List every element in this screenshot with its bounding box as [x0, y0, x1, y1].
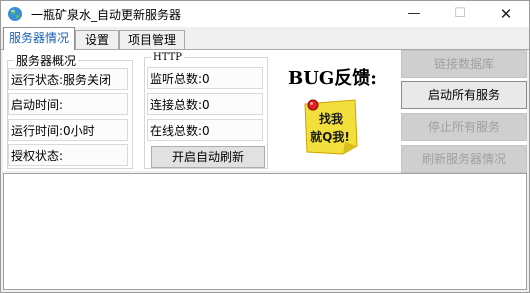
connect-database-button[interactable]: 链接数据库 — [401, 50, 527, 78]
svg-text:找我: 找我 — [319, 111, 343, 126]
maximize-button[interactable]: ☐ — [437, 1, 483, 27]
window-title: 一瓶矿泉水_自动更新服务器 — [31, 8, 182, 22]
bug-feedback-label: BUG反馈: — [288, 68, 377, 89]
stop-all-services-button[interactable]: 停止所有服务 — [401, 113, 527, 141]
start-all-services-button[interactable]: 启动所有服务 — [401, 81, 527, 109]
listen-count-field: 监听总数:0 — [147, 67, 263, 89]
globe-app-icon — [7, 6, 23, 22]
run-status-field: 运行状态:服务关闭 — [8, 68, 128, 90]
tab-settings[interactable]: 设置 — [75, 30, 119, 49]
connection-count-field: 连接总数:0 — [147, 93, 263, 115]
close-button[interactable]: ✕ — [483, 1, 529, 27]
log-textarea[interactable] — [3, 173, 527, 290]
refresh-server-status-button[interactable]: 刷新服务器情况 — [401, 145, 527, 173]
online-count-field: 在线总数:0 — [147, 119, 263, 141]
svg-text:就Q我!: 就Q我! — [310, 129, 350, 144]
tab-panel-server-status: 服务器概况 运行状态:服务关闭 启动时间: 运行时间:0小时 授权状态: HTT… — [3, 50, 527, 173]
minimize-button[interactable]: — — [391, 1, 437, 27]
run-duration-field: 运行时间:0小时 — [8, 119, 128, 141]
auto-refresh-button[interactable]: 开启自动刷新 — [151, 146, 265, 168]
http-legend: HTTP — [151, 52, 184, 63]
server-overview-legend: 服务器概况 — [14, 52, 79, 69]
tab-project-management[interactable]: 项目管理 — [119, 30, 185, 49]
tab-server-status[interactable]: 服务器情况 — [3, 27, 75, 50]
app-window: 一瓶矿泉水_自动更新服务器 — ☐ ✕ 服务器情况 设置 项目管理 服务器概况 … — [0, 0, 530, 293]
title-bar: 一瓶矿泉水_自动更新服务器 — ☐ ✕ — [1, 1, 529, 27]
license-status-field: 授权状态: — [8, 144, 128, 166]
start-time-field: 启动时间: — [8, 93, 128, 115]
contact-qq-sticky-note-icon[interactable]: 找我 就Q我! — [299, 96, 359, 156]
tab-strip: 服务器情况 设置 项目管理 — [1, 27, 529, 50]
